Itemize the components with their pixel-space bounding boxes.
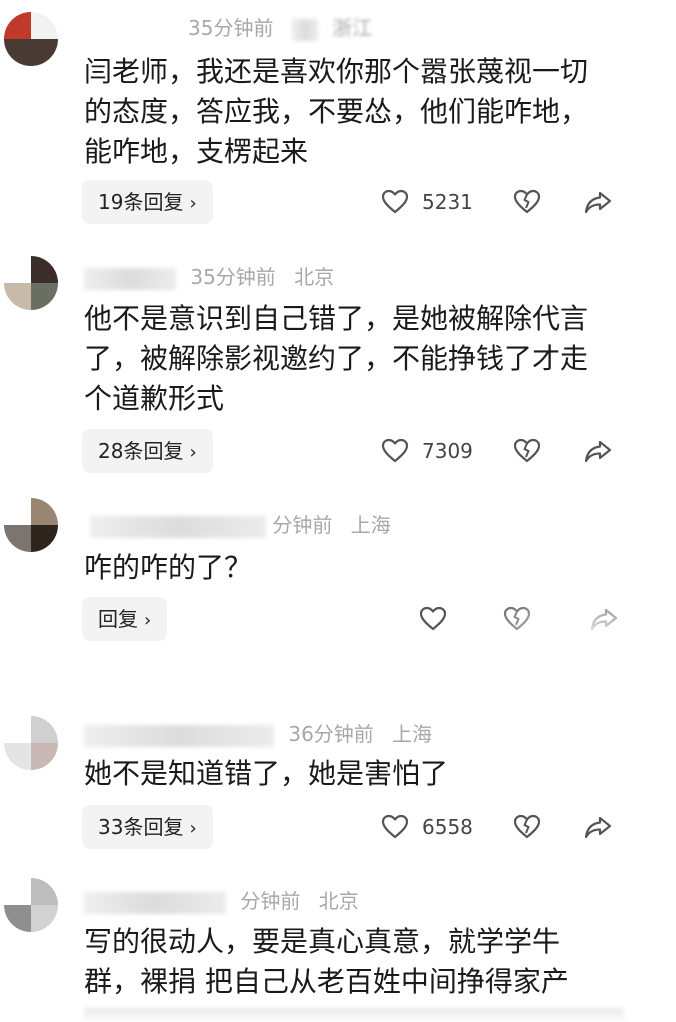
view-replies-button[interactable]: 28条回复 › (82, 429, 213, 473)
comment-time: 36分钟前 (288, 722, 374, 746)
reply-button[interactable]: 回复 › (82, 597, 168, 641)
avatar-tile (4, 283, 31, 310)
avatar-tile (4, 39, 31, 66)
avatar-tile (4, 525, 31, 552)
like-count: 7309 (422, 439, 473, 463)
comment-time: 35分钟前 (188, 16, 274, 40)
broken-heart-icon[interactable] (512, 812, 542, 842)
comment-actions: 7309 (380, 429, 630, 473)
comment-actions: 5231 (380, 180, 630, 224)
avatar-tile (31, 743, 58, 770)
comment-location: 浙江 (332, 16, 373, 40)
avatar-tile (31, 716, 58, 743)
comment-location: 上海 (350, 513, 391, 537)
avatar-tile (31, 498, 58, 525)
comment-text: 咋的咋的了？ (84, 551, 253, 584)
avatar-tile (31, 39, 58, 66)
heart-outline-icon (419, 606, 447, 631)
comment-location: 北京 (318, 889, 359, 913)
blurred-location (291, 18, 318, 41)
comment-location: 北京 (294, 265, 335, 289)
blurred-username (84, 891, 226, 914)
chevron-right-icon: › (189, 193, 197, 214)
comment-time: 分钟前 (240, 889, 301, 913)
chevron-right-icon: › (189, 818, 197, 839)
heart-outline-icon (381, 438, 409, 463)
comment-meta: 分钟前 北京 (84, 887, 359, 915)
avatar-tile (31, 256, 58, 283)
reply-label: 回复 (98, 607, 138, 631)
avatar[interactable] (4, 716, 58, 770)
avatar-tile (4, 905, 31, 932)
comment-meta: 35分钟前 北京 (84, 263, 334, 291)
like-button[interactable]: 7309 (380, 429, 473, 473)
comment-text: 写的很动人，要是真心真意，就学学牛群，裸捐 把自己从老百姓中间挣得家产 (84, 925, 569, 998)
image-smudge (500, 596, 670, 676)
avatar-tile (31, 12, 58, 39)
broken-heart-icon[interactable] (512, 187, 542, 217)
avatar-tile (4, 878, 31, 905)
broken-heart-icon[interactable] (512, 436, 542, 466)
comment-time: 分钟前 (272, 513, 333, 537)
like-button[interactable]: 5231 (380, 180, 473, 224)
share-arrow-icon[interactable] (582, 812, 614, 842)
comment-location: 上海 (392, 722, 433, 746)
cut-off-text-line (84, 1008, 624, 1022)
comment-meta: 35分钟前 浙江 (188, 14, 372, 42)
like-count: 5231 (422, 190, 473, 214)
avatar-tile (4, 256, 31, 283)
avatar-tile (31, 878, 58, 905)
avatar[interactable] (4, 878, 58, 932)
blurred-username (84, 724, 274, 747)
avatar-tile (31, 283, 58, 310)
blurred-username (84, 267, 176, 290)
replies-label: 28条回复 (98, 439, 184, 463)
replies-label: 19条回复 (98, 190, 184, 214)
like-button[interactable] (418, 597, 460, 641)
avatar-tile (4, 498, 31, 525)
avatar-tile (4, 12, 31, 39)
like-count: 6558 (422, 815, 473, 839)
avatar[interactable] (4, 256, 58, 310)
like-button[interactable]: 6558 (380, 805, 473, 849)
avatar-tile (31, 525, 58, 552)
avatar[interactable] (4, 498, 58, 552)
comment-text: 闫老师，我还是喜欢你那个嚣张蔑视一切的态度，答应我，不要怂，他们能咋地，能咋地，… (84, 55, 589, 168)
avatar-tile (4, 716, 31, 743)
avatar-tile (31, 905, 58, 932)
share-arrow-icon[interactable] (582, 187, 614, 217)
heart-outline-icon (381, 189, 409, 214)
view-replies-button[interactable]: 33条回复 › (82, 805, 213, 849)
share-arrow-icon[interactable] (582, 436, 614, 466)
comment-meta: 36分钟前 上海 (84, 720, 432, 748)
view-replies-button[interactable]: 19条回复 › (82, 180, 213, 224)
blurred-username (90, 515, 266, 538)
comment-text: 他不是意识到自己错了，是她被解除代言了，被解除影视邀约了，不能挣钱了才走个道歉形… (84, 302, 589, 415)
heart-outline-icon (381, 814, 409, 839)
comment-meta: 分钟前 上海 (90, 511, 391, 539)
comment-time: 35分钟前 (190, 265, 276, 289)
avatar[interactable] (4, 12, 58, 66)
chevron-right-icon: › (189, 442, 197, 463)
replies-label: 33条回复 (98, 815, 184, 839)
avatar-tile (4, 743, 31, 770)
comment-actions: 6558 (380, 805, 630, 849)
comment-text: 她不是知道错了，她是害怕了 (84, 757, 449, 790)
chevron-right-icon: › (144, 610, 152, 631)
